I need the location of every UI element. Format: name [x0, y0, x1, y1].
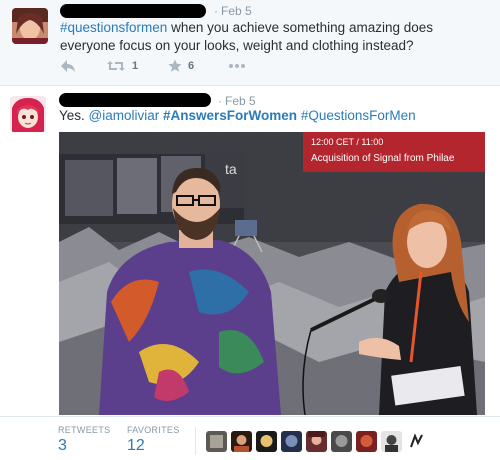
stats-divider: [195, 427, 196, 455]
favoriter-avatar[interactable]: [356, 431, 377, 452]
avatar-anime: [10, 96, 46, 132]
hashtag-link[interactable]: #questionsformen: [60, 20, 167, 35]
retweets-label: RETWEETS: [58, 425, 111, 435]
tweet-text: Yes. @iamoliviar #AnswersForWomen #Quest…: [59, 107, 489, 125]
star-icon: [168, 59, 182, 72]
favoriter-avatar[interactable]: [381, 431, 402, 452]
avatar-thumb-icon: [231, 431, 252, 452]
wall-text: ta: [225, 161, 237, 177]
reply-button[interactable]: [60, 58, 76, 74]
tweet-1: · Feb 5 #questionsformen when you achieve…: [0, 0, 500, 86]
screen-text-title: Acquisition of Signal from Philae: [311, 153, 455, 164]
favorites-stat[interactable]: FAVORITES 12: [127, 425, 180, 455]
avatar[interactable]: [10, 96, 46, 132]
avatar-thumb-icon: [256, 431, 277, 452]
avatar-thumb-icon: [306, 431, 327, 452]
tweet-timestamp[interactable]: · Feb 5: [214, 4, 252, 18]
favoriters-avatars: [206, 431, 427, 452]
retweet-count: 1: [132, 60, 139, 72]
tweet-text: #questionsformen when you achieve someth…: [60, 19, 480, 55]
avatar-thumb-icon: [356, 431, 377, 452]
more-button[interactable]: [228, 58, 246, 74]
retweets-value: 3: [58, 437, 67, 454]
favoriter-avatar[interactable]: [231, 431, 252, 452]
avatar-thumb-icon: [281, 431, 302, 452]
hashtag-link[interactable]: #QuestionsForMen: [301, 108, 416, 123]
favoriter-avatar[interactable]: [306, 431, 327, 452]
retweets-stat[interactable]: RETWEETS 3: [58, 425, 110, 455]
tweet-body: Yes.: [59, 108, 89, 123]
avatar-thumb-icon: [206, 431, 227, 452]
mention-link[interactable]: @iamoliviar: [89, 108, 160, 123]
avatar-photo: [12, 8, 48, 44]
avatar-thumb-icon: [331, 431, 352, 452]
reply-icon: [61, 60, 75, 72]
favoriter-avatar[interactable]: [281, 431, 302, 452]
favoriter-avatar[interactable]: [406, 431, 427, 452]
favoriter-avatar[interactable]: [206, 431, 227, 452]
tweet-actions: 1 6: [60, 58, 360, 74]
hashtag-link[interactable]: #AnswersForWomen: [163, 108, 297, 123]
redacted-username: [59, 93, 211, 107]
avatar-thumb-icon: [406, 431, 427, 452]
favoriter-avatar[interactable]: [256, 431, 277, 452]
favorite-button[interactable]: 6: [168, 58, 194, 74]
avatar[interactable]: [12, 8, 48, 44]
tweet-photo[interactable]: ta 12:00 CET / 11:00 Acquisition of Sign…: [59, 132, 485, 415]
redacted-username: [60, 4, 206, 18]
favorites-label: FAVORITES: [127, 425, 180, 435]
tweet-stats: RETWEETS 3 FAVORITES 12: [0, 416, 500, 460]
tweet-timestamp[interactable]: · Feb 5: [218, 94, 256, 108]
tweet-2: · Feb 5 Yes. @iamoliviar #AnswersForWomen…: [0, 86, 500, 460]
screen-text-time: 12:00 CET / 11:00: [311, 137, 383, 147]
retweet-icon: [107, 61, 125, 71]
favorite-count: 6: [188, 60, 195, 72]
ellipsis-icon: [229, 64, 245, 68]
favoriter-avatar[interactable]: [331, 431, 352, 452]
favorites-value: 12: [127, 437, 145, 454]
retweet-button[interactable]: 1: [106, 58, 138, 74]
avatar-thumb-icon: [381, 431, 402, 452]
photo-interview-scene: ta 12:00 CET / 11:00 Acquisition of Sign…: [59, 132, 485, 415]
